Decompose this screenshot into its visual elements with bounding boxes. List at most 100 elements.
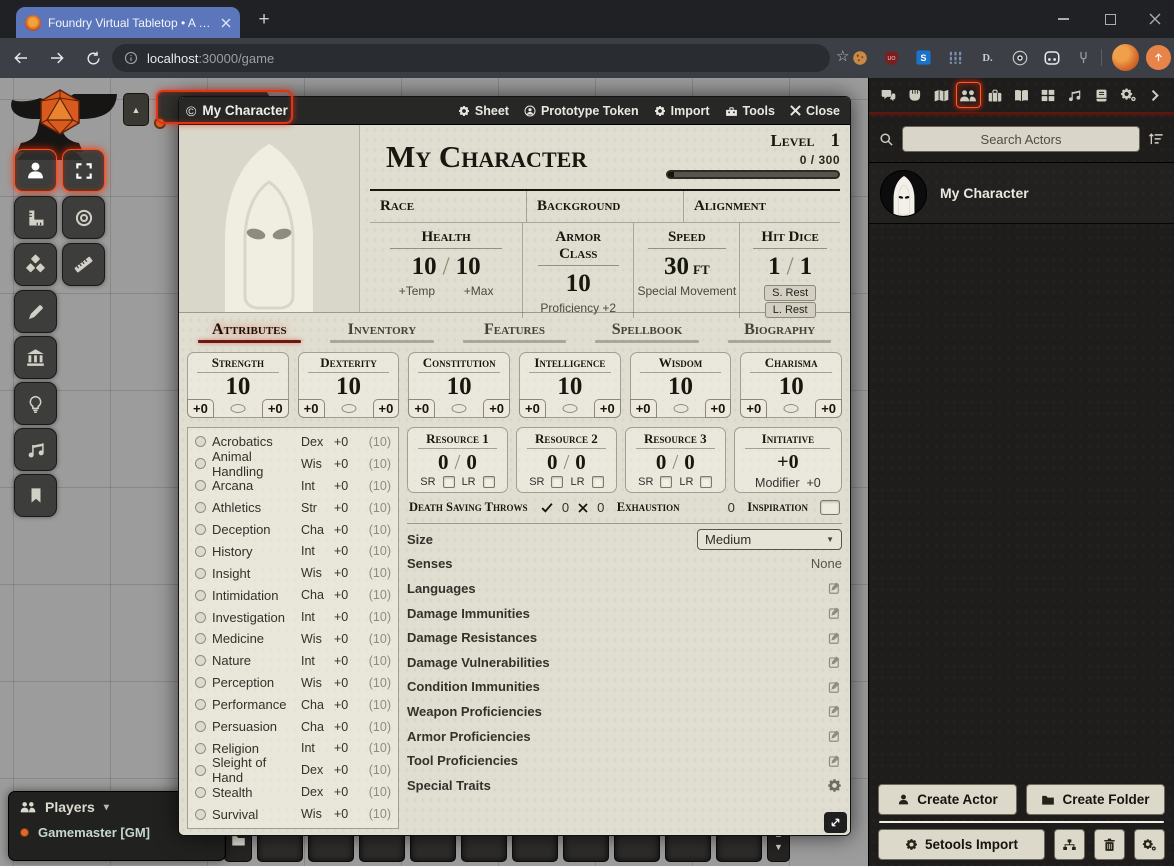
character-name[interactable]: My Character	[370, 125, 658, 189]
skill-proficiency-toggle[interactable]	[195, 765, 206, 776]
long-rest-button[interactable]: L. Rest	[765, 302, 816, 318]
skill-name[interactable]: Stealth	[212, 785, 295, 800]
skill-row[interactable]: Deception Cha +0 (10)	[195, 519, 391, 541]
exhaustion-value[interactable]: 0	[728, 500, 735, 515]
extension-d-icon[interactable]: D.	[977, 47, 998, 68]
sidebar-tab-playlists[interactable]	[1063, 82, 1088, 108]
inspiration-checkbox[interactable]	[820, 500, 840, 515]
nav-collapse-button[interactable]: ▲	[123, 93, 149, 126]
health-value[interactable]: 10/10	[370, 253, 522, 281]
browser-update-button[interactable]	[1146, 45, 1171, 70]
skill-name[interactable]: Investigation	[212, 610, 295, 625]
url-bar[interactable]: localhost:30000/game	[112, 44, 830, 72]
extension-s-icon[interactable]: S	[913, 47, 934, 68]
sort-filter-icon[interactable]	[1148, 132, 1164, 147]
ability-block[interactable]: Charisma 10 +0 +0	[740, 352, 842, 418]
ability-mod[interactable]: +0	[705, 399, 732, 418]
edit-icon[interactable]	[828, 704, 842, 718]
create-folder-button[interactable]: Create Folder	[1026, 784, 1165, 815]
sidebar-tab-actors[interactable]	[956, 82, 981, 108]
ability-mod[interactable]: +0	[594, 399, 621, 418]
skill-name[interactable]: Religion	[212, 741, 295, 756]
skill-proficiency-toggle[interactable]	[195, 436, 206, 447]
sheet-tab[interactable]: Features	[448, 321, 581, 343]
resource-label[interactable]: Resource 1	[418, 431, 497, 449]
skill-row[interactable]: Arcana Int +0 (10)	[195, 475, 391, 497]
skill-row[interactable]: Investigation Int +0 (10)	[195, 606, 391, 628]
skill-proficiency-toggle[interactable]	[195, 787, 206, 798]
skill-name[interactable]: Sleight of Hand	[212, 755, 295, 785]
ability-block[interactable]: Strength 10 +0 +0	[187, 352, 289, 418]
reload-button[interactable]	[78, 43, 108, 73]
sheet-tab[interactable]: Biography	[713, 321, 846, 343]
sheet-tab[interactable]: Inventory	[316, 321, 449, 343]
skill-row[interactable]: Animal Handling Wis +0 (10)	[195, 453, 391, 475]
ability-block[interactable]: Constitution 10 +0 +0	[408, 352, 510, 418]
tool-ruler[interactable]	[62, 243, 105, 286]
ability-score[interactable]: 10	[188, 373, 288, 402]
level-value[interactable]: 1	[831, 130, 841, 151]
edit-icon[interactable]	[828, 581, 842, 595]
ability-score[interactable]: 10	[741, 373, 841, 402]
ability-proficiency-toggle[interactable]	[562, 404, 577, 413]
sidebar-tab-tables[interactable]	[1036, 82, 1061, 108]
create-actor-button[interactable]: Create Actor	[878, 784, 1017, 815]
death-success-count[interactable]: 0	[562, 500, 569, 515]
skill-name[interactable]: Survival	[212, 807, 295, 822]
skill-proficiency-toggle[interactable]	[195, 743, 206, 754]
edit-icon[interactable]	[828, 655, 842, 669]
skill-name[interactable]: Athletics	[212, 500, 295, 515]
ability-block[interactable]: Intelligence 10 +0 +0	[519, 352, 621, 418]
skill-proficiency-toggle[interactable]	[195, 677, 206, 688]
tool-measure-controls[interactable]	[14, 196, 57, 239]
folder-tree-button[interactable]	[1054, 829, 1085, 860]
ability-save-mod[interactable]: +0	[519, 399, 546, 418]
sidebar-tab-settings[interactable]	[1116, 82, 1141, 108]
detail-field[interactable]: Race	[370, 191, 527, 222]
skill-name[interactable]: History	[212, 544, 295, 559]
extension-shield-icon[interactable]: UO	[881, 47, 902, 68]
ability-mod[interactable]: +0	[373, 399, 400, 418]
back-button[interactable]	[6, 43, 36, 73]
death-fail-count[interactable]: 0	[597, 500, 604, 515]
short-rest-button[interactable]: S. Rest	[764, 285, 816, 301]
resource-label[interactable]: Resource 3	[636, 431, 715, 449]
size-select[interactable]: Medium▼	[697, 529, 842, 550]
resource-value[interactable]: 0/0	[408, 450, 507, 475]
edit-icon[interactable]	[828, 631, 842, 645]
armor-class-value[interactable]: 10	[523, 270, 633, 298]
document-link-icon[interactable]: ©	[186, 103, 196, 119]
special-movement-label[interactable]: Special Movement	[634, 284, 739, 298]
ability-mod[interactable]: +0	[262, 399, 289, 418]
tool-wall-controls[interactable]	[14, 336, 57, 379]
ability-name[interactable]: Strength	[197, 355, 279, 373]
ability-proficiency-toggle[interactable]	[452, 404, 467, 413]
ability-save-mod[interactable]: +0	[408, 399, 435, 418]
tempmax-hp-label[interactable]: +Max	[464, 284, 494, 298]
sidebar-tab-compendium[interactable]	[1089, 82, 1114, 108]
prototype-token-button[interactable]: Prototype Token	[524, 104, 639, 118]
ability-proficiency-toggle[interactable]	[673, 404, 688, 413]
profile-avatar[interactable]	[1112, 44, 1139, 71]
sheet-tab[interactable]: Spellbook	[581, 321, 714, 343]
tool-drawing-controls[interactable]	[14, 290, 57, 333]
sidebar-tab-scenes[interactable]	[929, 82, 954, 108]
ability-block[interactable]: Wisdom 10 +0 +0	[630, 352, 732, 418]
new-tab-button[interactable]: +	[252, 8, 276, 32]
ability-score[interactable]: 10	[631, 373, 731, 402]
ability-name[interactable]: Charisma	[750, 355, 832, 373]
ability-mod[interactable]: +0	[483, 399, 510, 418]
forward-button[interactable]	[42, 43, 72, 73]
ability-save-mod[interactable]: +0	[740, 399, 767, 418]
initiative-value[interactable]: +0	[735, 451, 841, 474]
window-header[interactable]: © My Character Sheet Prototype Token Imp…	[179, 97, 850, 125]
edit-icon[interactable]	[828, 680, 842, 694]
tool-select-tokens[interactable]	[62, 149, 105, 192]
skill-name[interactable]: Acrobatics	[212, 434, 295, 449]
skill-name[interactable]: Intimidation	[212, 588, 295, 603]
tool-note-controls[interactable]	[14, 474, 57, 517]
edit-icon[interactable]	[828, 729, 842, 743]
skill-proficiency-toggle[interactable]	[195, 458, 206, 469]
skill-row[interactable]: Survival Wis +0 (10)	[195, 803, 391, 825]
death-success-icon[interactable]	[540, 501, 554, 514]
